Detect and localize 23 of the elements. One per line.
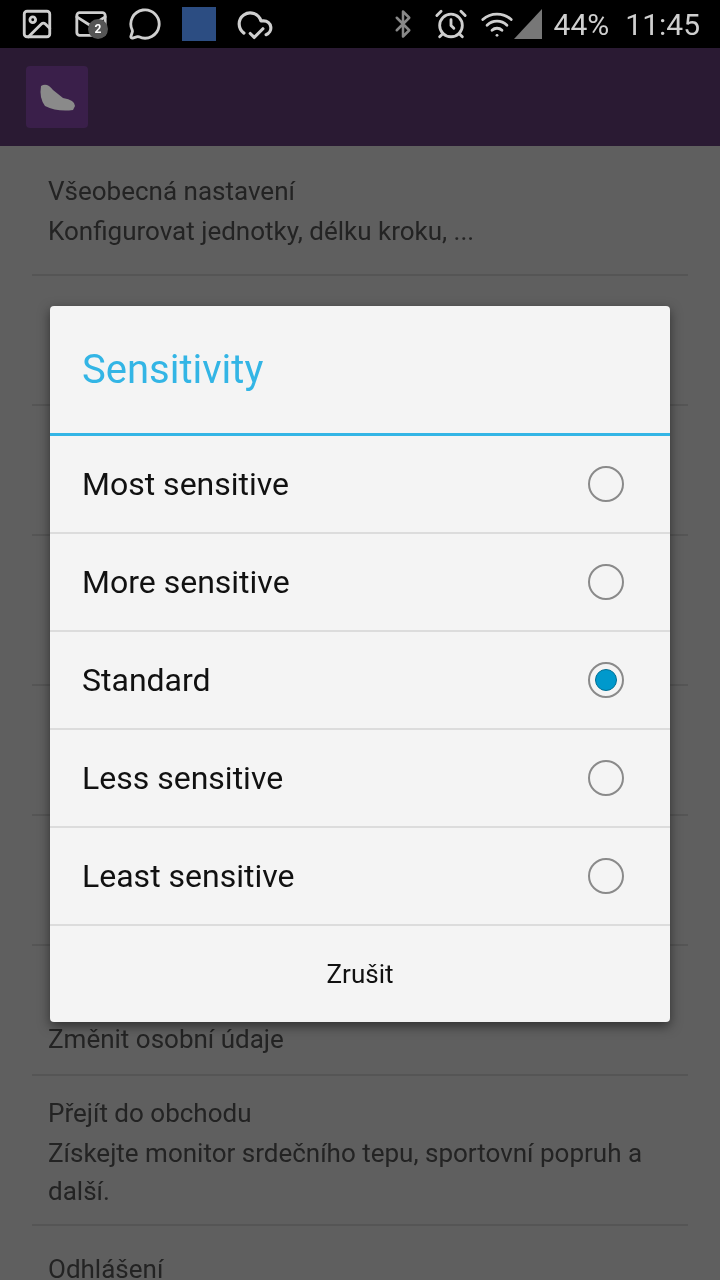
setting-subtitle: Získejte monitor srdečního tepu, sportovní popruh a další. bbox=[47, 1137, 644, 1208]
sensitivity-option[interactable]: Most sensitive bbox=[50, 436, 670, 534]
battery-level: 44% bbox=[553, 5, 610, 44]
setting-subtitle: Konfigurovat jednotky, délku kroku, ... bbox=[47, 215, 476, 248]
chat-bubble-icon bbox=[128, 7, 162, 41]
radio-button[interactable] bbox=[588, 760, 624, 796]
sensitivity-option[interactable]: Least sensitive bbox=[50, 828, 670, 926]
radio-button[interactable] bbox=[588, 564, 624, 600]
notification-badge: 2 bbox=[88, 19, 108, 39]
sensitivity-option[interactable]: Standard bbox=[50, 632, 670, 730]
sensitivity-option[interactable]: Less sensitive bbox=[50, 730, 670, 828]
signal-icon bbox=[513, 9, 542, 39]
radio-button[interactable] bbox=[588, 662, 624, 698]
radio-button[interactable] bbox=[588, 858, 624, 894]
radio-button[interactable] bbox=[588, 466, 624, 502]
avatar-photo-placeholder bbox=[182, 7, 216, 41]
app-logo-icon[interactable] bbox=[26, 66, 88, 128]
clock: 11:45 bbox=[625, 5, 700, 44]
sensitivity-option[interactable]: More sensitive bbox=[50, 534, 670, 632]
image-icon bbox=[20, 7, 54, 41]
dialog-title: Sensitivity bbox=[82, 344, 264, 395]
cancel-button[interactable]: Zrušit bbox=[50, 926, 670, 1022]
alarm-icon bbox=[433, 7, 468, 41]
